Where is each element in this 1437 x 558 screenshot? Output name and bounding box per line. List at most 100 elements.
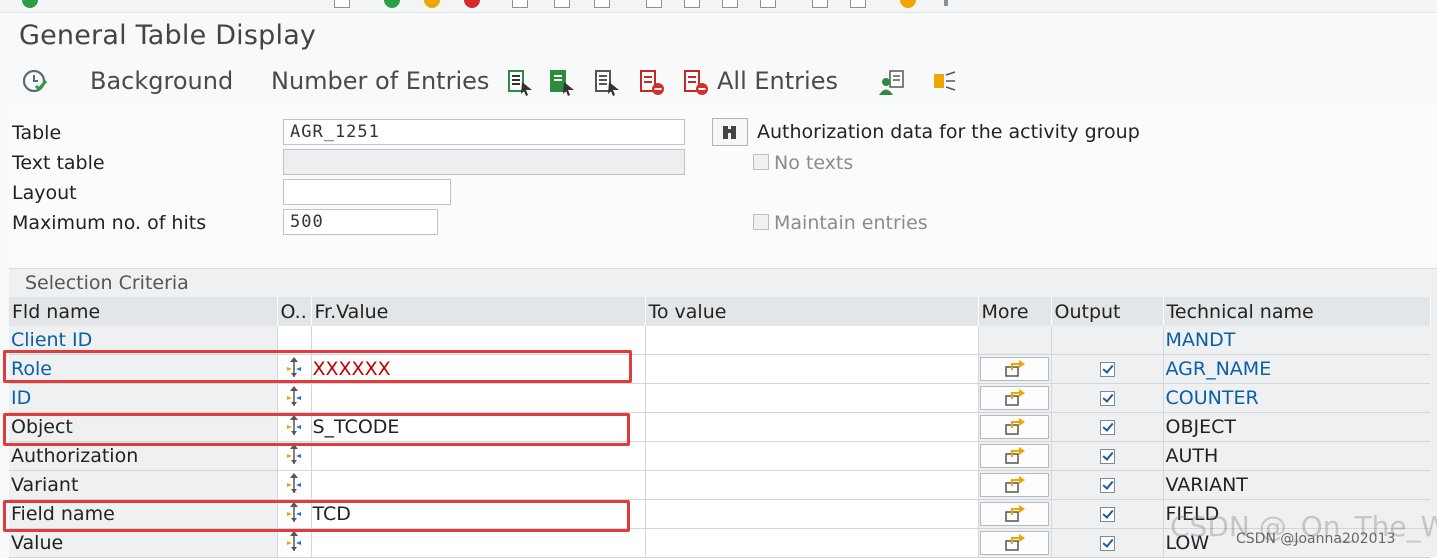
save-icon[interactable] (334, 0, 350, 8)
selection-option-icon[interactable] (283, 414, 305, 436)
selection-option-cell (277, 326, 312, 355)
output-checkbox[interactable] (1099, 420, 1115, 435)
shortcut-icon[interactable] (850, 0, 866, 8)
output-checkbox[interactable] (1099, 362, 1115, 377)
from-value-text: S_TCODE (312, 416, 400, 438)
technical-name-cell: AGR_NAME (1163, 354, 1430, 384)
selection-option-cell[interactable] (277, 528, 312, 558)
to-value-input[interactable] (645, 441, 979, 471)
selection-option-cell[interactable] (277, 441, 312, 471)
multiple-selection-button[interactable] (980, 531, 1049, 555)
system-toolbar (0, 0, 1437, 13)
selection-option-icon[interactable] (283, 356, 305, 378)
background-button[interactable]: Background (90, 67, 233, 95)
output-checkbox[interactable] (1099, 536, 1115, 551)
selection-option-cell[interactable] (277, 383, 312, 413)
multiple-selection-button[interactable] (980, 473, 1049, 497)
selection-option-cell[interactable] (277, 470, 312, 500)
header-from-value[interactable]: Fr.Value (311, 297, 646, 326)
execute-icon[interactable] (20, 67, 48, 95)
cancel-icon[interactable] (464, 0, 480, 8)
selection-option-cell[interactable] (277, 412, 312, 442)
last-page-icon[interactable] (760, 0, 776, 8)
find-next-icon[interactable] (594, 0, 610, 8)
select-all-icon[interactable] (506, 68, 534, 96)
to-value-input[interactable] (645, 383, 979, 413)
all-entries-icon[interactable] (682, 68, 710, 96)
field-list-icon[interactable] (930, 68, 958, 96)
selection-option-icon[interactable] (283, 443, 305, 465)
from-value-input[interactable]: XXXXXX (311, 354, 646, 384)
selection-option-icon[interactable] (283, 385, 305, 407)
from-value-input[interactable] (311, 528, 646, 558)
to-value-input[interactable] (645, 528, 979, 558)
field-name-cell: Variant (9, 470, 278, 500)
text-table-input (283, 149, 685, 175)
header-to-value[interactable]: To value (645, 297, 979, 326)
binoculars-icon (723, 126, 736, 139)
output-checkbox[interactable] (1099, 449, 1115, 464)
table-lookup-button[interactable] (712, 118, 748, 146)
max-hits-input[interactable]: 500 (283, 209, 438, 235)
number-of-entries-button[interactable]: Number of Entries (271, 67, 489, 95)
first-page-icon[interactable] (646, 0, 662, 8)
header-fld-name[interactable]: Fld name (9, 297, 278, 326)
no-texts-checkbox (753, 154, 769, 170)
from-value-input[interactable]: S_TCODE (311, 412, 646, 442)
output-checkbox[interactable] (1099, 478, 1115, 493)
technical-name-cell: OBJECT (1163, 412, 1430, 442)
selection-option-cell[interactable] (277, 499, 312, 529)
application-toolbar: Background Number of Entries All Entries (0, 60, 1437, 104)
to-value-input[interactable] (645, 354, 979, 384)
header-more[interactable]: More (978, 297, 1052, 326)
header-technical-name[interactable]: Technical name (1163, 297, 1431, 326)
table-description: Authorization data for the activity grou… (757, 121, 1140, 143)
from-value-input[interactable] (311, 470, 646, 500)
multiple-selection-button[interactable] (980, 502, 1049, 526)
layout-input[interactable] (283, 179, 451, 205)
multiple-selection-button[interactable] (980, 386, 1049, 410)
to-value-input[interactable] (645, 412, 979, 442)
from-value-text: XXXXXX (312, 358, 391, 380)
selection-option-icon[interactable] (283, 501, 305, 523)
select-block-icon[interactable] (548, 68, 576, 96)
selection-option-icon[interactable] (283, 472, 305, 494)
table-header-row: Fld name O.. Fr.Value To value More Outp… (9, 297, 1431, 326)
header-output[interactable]: Output (1051, 297, 1164, 326)
next-page-icon[interactable] (722, 0, 738, 8)
technical-name-cell: COUNTER (1163, 383, 1430, 413)
print-icon[interactable] (512, 0, 528, 8)
deselect-all-icon[interactable] (593, 68, 621, 96)
to-value-input[interactable] (645, 470, 979, 500)
multiple-selection-button[interactable] (980, 444, 1049, 468)
to-value-input[interactable] (645, 499, 979, 529)
selection-option-icon[interactable] (283, 530, 305, 552)
previous-page-icon[interactable] (684, 0, 700, 8)
find-icon[interactable] (554, 0, 570, 8)
from-value-input[interactable] (311, 441, 646, 471)
output-cell (1051, 528, 1164, 558)
multiple-selection-button[interactable] (980, 357, 1049, 381)
header-option[interactable]: O.. (277, 297, 312, 326)
table-row: Object S_TCODE OBJECT (9, 412, 1430, 442)
layout-menu-icon[interactable] (944, 0, 948, 6)
enter-icon[interactable] (22, 0, 38, 8)
all-entries-button[interactable]: All Entries (717, 67, 838, 95)
create-session-icon[interactable] (812, 0, 828, 8)
output-checkbox[interactable] (1099, 507, 1115, 522)
output-cell (1051, 326, 1164, 355)
output-checkbox[interactable] (1099, 391, 1115, 406)
from-value-input[interactable] (311, 383, 646, 413)
selection-option-cell[interactable] (277, 354, 312, 384)
from-value-input[interactable]: TCD (311, 499, 646, 529)
user-settings-icon[interactable] (878, 68, 906, 96)
watermark-small: CSDN @Joanna202013 (1236, 531, 1396, 547)
help-icon[interactable] (900, 0, 916, 8)
table-name-input[interactable]: AGR_1251 (283, 119, 685, 145)
output-cell (1051, 499, 1164, 529)
field-name-cell: Authorization (9, 441, 278, 471)
exit-icon[interactable] (424, 0, 440, 8)
multiple-selection-button[interactable] (980, 415, 1049, 439)
delete-selection-icon[interactable] (638, 68, 666, 96)
back-icon[interactable] (384, 0, 400, 8)
